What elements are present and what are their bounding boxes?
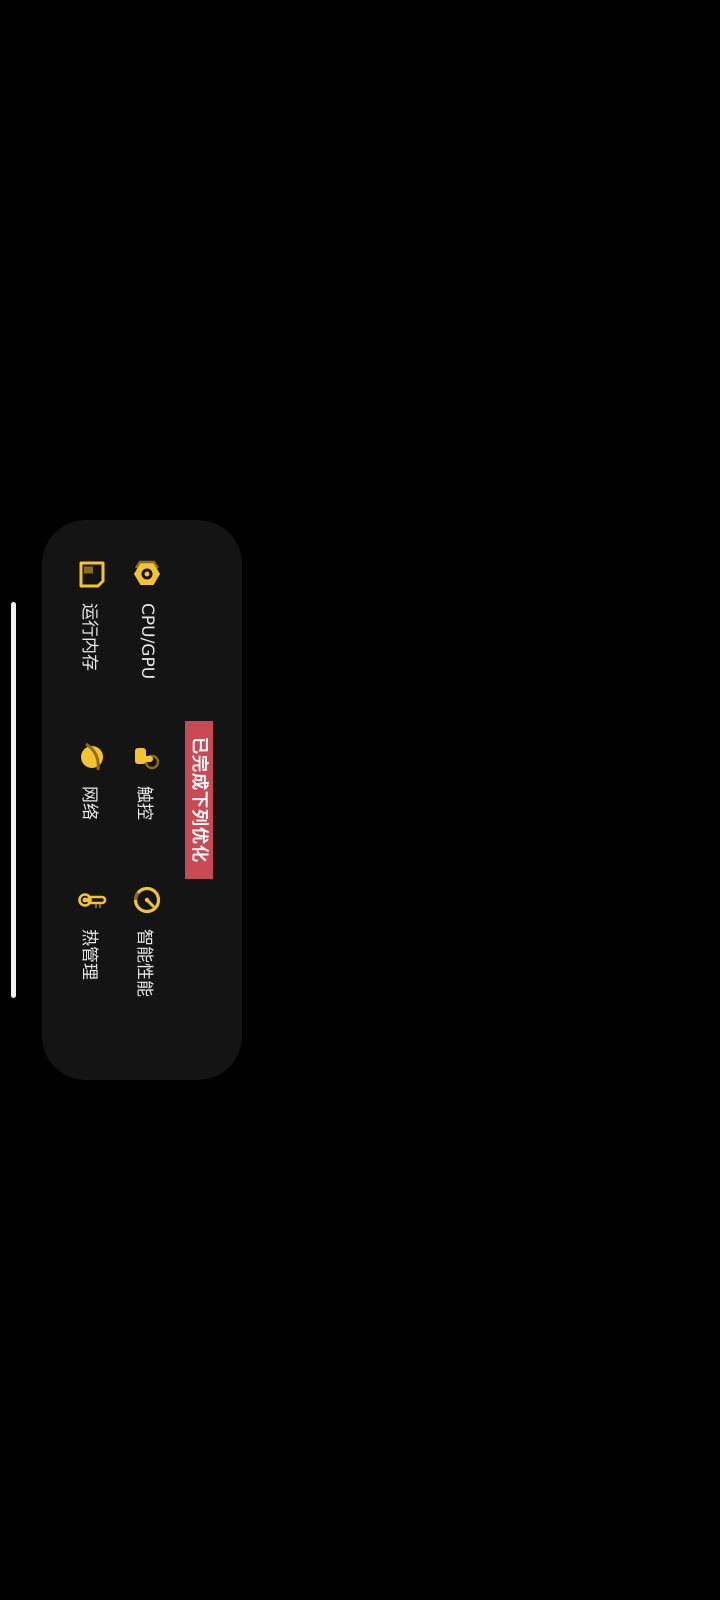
item-network: 网络: [72, 740, 112, 820]
item-label: CPU/GPU: [137, 603, 157, 680]
network-icon: [75, 740, 109, 774]
item-smart-performance: 智能性能: [127, 883, 167, 997]
item-label: 热管理: [79, 929, 100, 980]
item-memory: 运行内存: [72, 557, 112, 671]
item-label: 运行内存: [79, 603, 100, 671]
item-thermal: 热管理: [72, 883, 112, 980]
item-label: 触控: [134, 786, 155, 820]
optimization-panel-content: 已完成下列优化 CPU/GPU 触控 智能性能 运行内存 网络 热管理: [42, 520, 242, 1080]
smart-performance-icon: [130, 883, 164, 917]
memory-icon: [75, 557, 109, 591]
item-label: 智能性能: [134, 929, 155, 997]
item-cpu-gpu: CPU/GPU: [127, 557, 167, 679]
optimization-panel: 已完成下列优化 CPU/GPU 触控 智能性能 运行内存 网络 热管理: [42, 520, 242, 1080]
edge-drag-handle[interactable]: [11, 602, 16, 998]
cpu-gpu-icon: [130, 557, 164, 591]
optimization-complete-badge: 已完成下列优化: [185, 721, 213, 879]
item-label: 网络: [79, 786, 100, 820]
item-touch: 触控: [127, 740, 167, 820]
thermal-icon: [75, 883, 109, 917]
touch-icon: [130, 740, 164, 774]
